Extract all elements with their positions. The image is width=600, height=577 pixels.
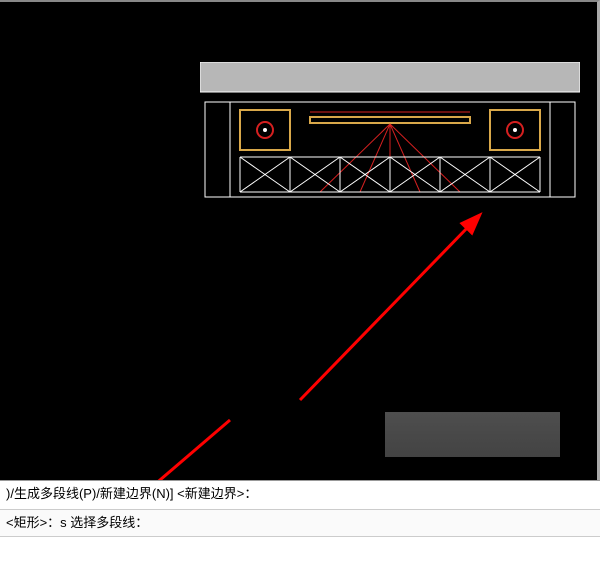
command-history-line: )/生成多段线(P)/新建边界(N)] <新建边界>： <box>0 481 600 507</box>
command-input-line[interactable]: <矩形>：s 选择多段线： <box>0 509 600 537</box>
cad-drawing-content <box>200 62 580 222</box>
command-blank-area <box>0 537 600 577</box>
cad-drawing-viewport[interactable] <box>0 0 600 480</box>
overlay-thumbnail <box>385 412 560 457</box>
command-panel: )/生成多段线(P)/新建边界(N)] <新建边界>： <矩形>：s 选择多段线… <box>0 480 600 576</box>
